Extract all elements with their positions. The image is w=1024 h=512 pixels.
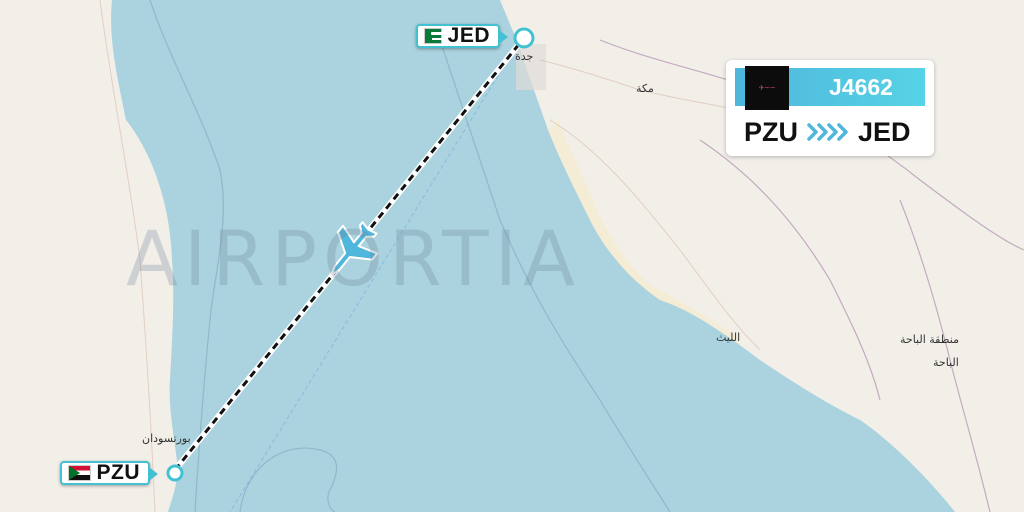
jeddah-label: جدة	[515, 50, 534, 63]
route-summary: PZU JED	[744, 114, 911, 150]
airportia-watermark: AIRPORTIA	[126, 214, 581, 303]
al-baha-region-label: منطقة الباحة	[900, 333, 959, 346]
chevron-right-icon	[806, 122, 850, 142]
flight-map: AIRPORTIA جدة مكة بورتسودان الليث منطقة …	[0, 0, 1024, 512]
origin-code: PZU	[96, 461, 140, 484]
flight-info-card[interactable]: ✈~~ J4662 PZU JED	[726, 60, 934, 156]
flight-number: J4662	[829, 74, 893, 100]
airline-logo-icon: ✈~~	[745, 66, 789, 110]
sudan-flag-icon	[68, 465, 91, 481]
al-lith-label: الليث	[716, 331, 741, 344]
destination-airport-tag[interactable]: JED	[416, 24, 508, 48]
route-origin: PZU	[744, 116, 798, 147]
destination-code: JED	[447, 24, 490, 47]
jed-airport-dot[interactable]	[513, 27, 535, 49]
al-baha-label: الباحة	[933, 356, 959, 369]
pzu-airport-dot[interactable]	[166, 464, 184, 482]
saudi-arabia-flag-icon	[424, 28, 447, 44]
port-sudan-label: بورتسودان	[142, 432, 191, 445]
route-destination: JED	[858, 116, 911, 147]
origin-airport-tag[interactable]: PZU	[60, 461, 158, 485]
mecca-label: مكة	[636, 82, 654, 95]
